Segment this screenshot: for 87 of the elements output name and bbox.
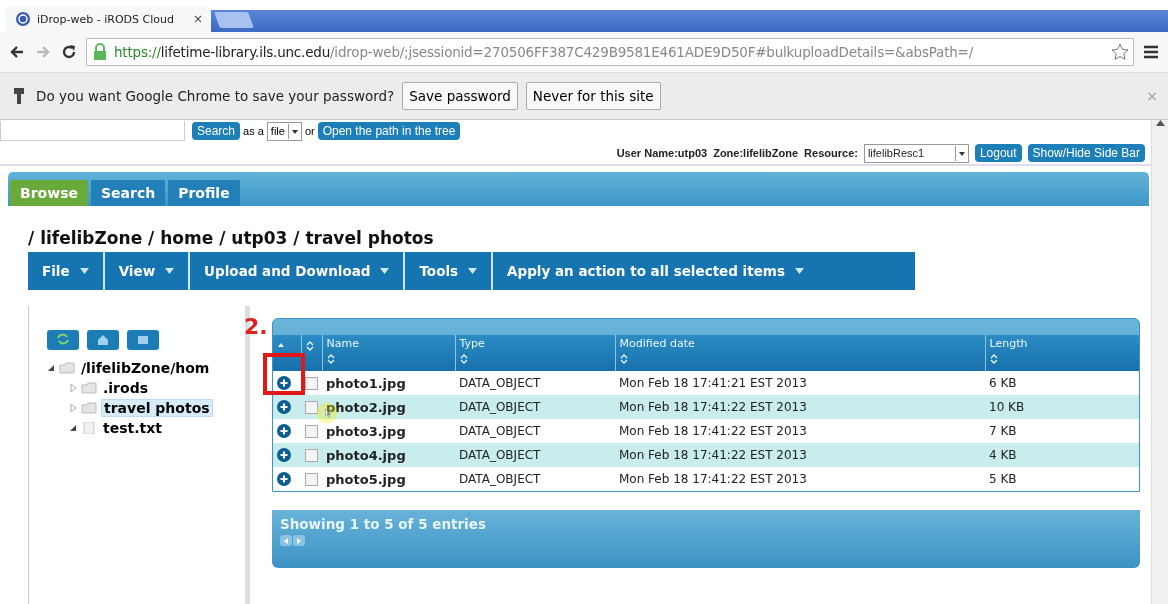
plus-icon[interactable] — [277, 448, 291, 462]
tab-title: iDrop-web - iRODS Cloud — [37, 12, 175, 26]
search-button[interactable]: Search — [192, 122, 241, 140]
table-cell: Mon Feb 18 17:41:22 EST 2013 — [615, 419, 985, 443]
table-cell: Mon Feb 18 17:41:22 EST 2013 — [615, 395, 985, 419]
folder-icon — [81, 382, 97, 394]
table-cell: DATA_OBJECT — [455, 371, 615, 395]
table-cell: 7 KB — [985, 419, 1139, 443]
sort-icon[interactable] — [989, 354, 998, 364]
infobar-button[interactable]: Save password — [402, 82, 518, 110]
checkbox[interactable] — [305, 448, 318, 462]
table-cell: Mon Feb 18 17:41:21 EST 2013 — [615, 371, 985, 395]
left-triangle-icon — [282, 536, 290, 545]
table-cell: DATA_OBJECT — [455, 443, 615, 467]
sort-icon[interactable] — [326, 354, 335, 364]
browser-tab[interactable]: iDrop-web - iRODS Cloud × — [6, 6, 211, 32]
or-label: or — [304, 125, 315, 137]
tree-item[interactable]: .irods — [101, 380, 150, 396]
checkbox[interactable] — [305, 424, 318, 438]
table-cell: photo3.jpg — [322, 419, 455, 443]
scrollbar[interactable] — [1151, 120, 1168, 604]
entries-count: Showing 1 to 5 of 5 entries — [280, 516, 487, 532]
zone-label: Zone:lifelibZone — [713, 147, 799, 159]
reload-icon[interactable] — [60, 43, 78, 61]
triangle-icon[interactable] — [69, 424, 77, 432]
resource-label: Resource: — [804, 147, 858, 159]
checkbox[interactable] — [305, 376, 318, 390]
user-name: User Name:utp03 — [616, 147, 708, 159]
sort-icon[interactable] — [619, 354, 628, 364]
infobar-message: Do you want Google Chrome to save your password? — [36, 88, 395, 104]
tab[interactable]: Profile — [168, 180, 240, 206]
tree-item[interactable]: test.txt — [101, 420, 164, 436]
table-cell: photo1.jpg — [322, 371, 455, 395]
table-cell: photo2.jpg — [322, 395, 455, 419]
menu-icon[interactable] — [1142, 43, 1160, 61]
folder-icon — [81, 402, 97, 414]
triangle-icon[interactable] — [47, 364, 55, 372]
search-field[interactable] — [0, 121, 185, 141]
caret-icon — [468, 268, 478, 274]
as-label: as a — [243, 125, 264, 137]
refresh-button[interactable] — [47, 330, 79, 350]
caret-icon — [287, 123, 301, 139]
plus-icon[interactable] — [277, 424, 291, 438]
caret-icon — [79, 268, 89, 274]
checkbox[interactable] — [305, 472, 318, 486]
table-cell: 6 KB — [985, 371, 1139, 395]
lock-icon — [91, 43, 109, 61]
caret-icon — [380, 268, 390, 274]
annotation-label: 2. — [244, 314, 268, 339]
folder-icon — [59, 362, 75, 374]
home-button[interactable] — [87, 330, 119, 350]
caret-icon — [165, 268, 175, 274]
table-cell: 10 KB — [985, 395, 1139, 419]
tab[interactable]: Browse — [10, 180, 88, 206]
close-icon[interactable]: × — [192, 12, 203, 26]
type-select[interactable]: file — [266, 121, 302, 141]
table-cell: DATA_OBJECT — [455, 419, 615, 443]
open-path-button[interactable]: Open the path in the tree — [317, 122, 461, 140]
star-icon[interactable] — [1111, 43, 1129, 61]
highlight-box — [263, 353, 305, 395]
sort-icon[interactable] — [459, 354, 468, 364]
caret-icon — [954, 145, 968, 161]
next-page-button[interactable] — [293, 535, 305, 546]
tree-item[interactable]: /lifelibZone/hom — [79, 360, 212, 376]
tab[interactable]: Search — [90, 180, 166, 206]
tree-item[interactable]: travel photos — [101, 399, 213, 417]
resource-select[interactable]: lifelibResc1 — [863, 143, 969, 163]
logout-button[interactable]: Logout — [974, 144, 1022, 162]
table-cell: Mon Feb 18 17:41:22 EST 2013 — [615, 443, 985, 467]
sort-icon[interactable] — [305, 341, 314, 351]
globe-icon — [14, 10, 32, 28]
address-field[interactable]: https://lifetime-library.ils.unc.edu/idrop-web/;jsessionid=270506FF387C429B9581E461ADE9D50F#bulkuploadDetails=&absPath=/ — [86, 38, 1134, 66]
checkbox[interactable] — [305, 400, 318, 414]
plus-icon[interactable] — [277, 472, 291, 486]
folder-button[interactable] — [127, 330, 159, 350]
sidebar-toggle-button[interactable]: Show/Hide Side Bar — [1027, 144, 1145, 162]
right-triangle-icon — [295, 536, 303, 545]
breadcrumb: / lifelibZone / home / utp03 / travel photos — [28, 228, 435, 248]
previous-page-button[interactable] — [280, 535, 292, 546]
file-icon — [81, 422, 97, 434]
plus-icon[interactable] — [277, 400, 291, 414]
table-cell: DATA_OBJECT — [455, 395, 615, 419]
infobar-button[interactable]: Never for this site — [525, 82, 661, 110]
plus-icon[interactable] — [277, 376, 291, 390]
table-cell: photo4.jpg — [322, 443, 455, 467]
caret-icon — [794, 268, 804, 274]
table-cell: 4 KB — [985, 443, 1139, 467]
